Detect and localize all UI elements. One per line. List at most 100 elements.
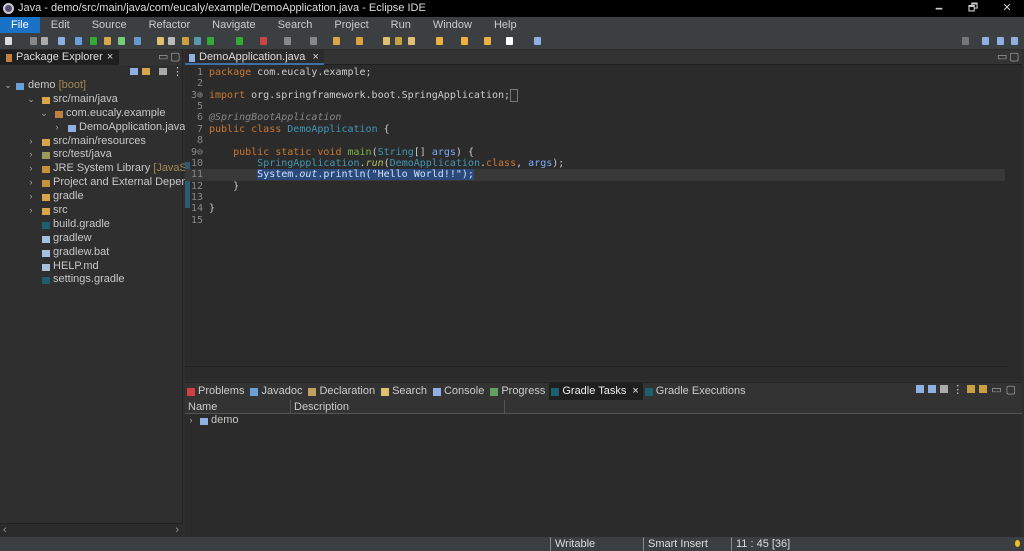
code-line[interactable]: 11 System.out.println("Hello World!!"); bbox=[185, 169, 1005, 181]
menu-help[interactable]: Help bbox=[483, 17, 528, 33]
tree-item[interactable]: gradlew bbox=[0, 232, 183, 246]
close-tab-icon[interactable]: × bbox=[312, 51, 318, 63]
view-menu-icon[interactable]: ⋮ bbox=[172, 65, 183, 78]
column-name[interactable]: Name bbox=[185, 400, 291, 414]
vertical-scrollbar[interactable] bbox=[1008, 65, 1022, 365]
toolbar-button-icon[interactable] bbox=[236, 37, 243, 45]
code-line[interactable]: 2 bbox=[185, 78, 1005, 89]
toolbar-button-icon[interactable] bbox=[383, 37, 390, 45]
code-editor[interactable]: DemoApplication.java × ▭ ▢ 1 package com.… bbox=[185, 50, 1022, 380]
toolbar-button-icon[interactable] bbox=[41, 37, 48, 45]
tree-item[interactable]: › gradle bbox=[0, 190, 183, 204]
tree-item[interactable]: ⌄ demo [boot] bbox=[0, 79, 183, 93]
toolbar-button-icon[interactable] bbox=[356, 37, 363, 45]
chevron-icon[interactable]: › bbox=[27, 190, 35, 204]
menu-navigate[interactable]: Navigate bbox=[201, 17, 266, 33]
refresh-icon[interactable] bbox=[916, 385, 925, 393]
toolbar-button-icon[interactable] bbox=[168, 37, 175, 45]
tab-package-explorer[interactable]: Package Explorer × bbox=[0, 50, 120, 65]
toolbar-button-icon[interactable] bbox=[75, 37, 82, 45]
toolbar-button-icon[interactable] bbox=[194, 37, 201, 45]
scroll-left-icon[interactable]: ‹ bbox=[3, 524, 7, 536]
menu-source[interactable]: Source bbox=[81, 17, 138, 33]
toolbar-button-icon[interactable] bbox=[30, 37, 37, 45]
tab-gradle-executions[interactable]: Gradle Executions bbox=[643, 383, 750, 400]
tab-declaration[interactable]: Declaration bbox=[306, 383, 379, 400]
menu-file[interactable]: File bbox=[0, 17, 40, 33]
toolbar-button-icon[interactable] bbox=[182, 37, 189, 45]
menu-run[interactable]: Run bbox=[380, 17, 422, 33]
code-line[interactable]: 9⊖ public static void main(String[] args… bbox=[185, 147, 1005, 158]
code-line[interactable]: 1 package com.eucaly.example; bbox=[185, 67, 1005, 78]
horizontal-scrollbar[interactable] bbox=[185, 366, 1008, 380]
collapse-all-icon[interactable] bbox=[130, 68, 138, 75]
menu-refactor[interactable]: Refactor bbox=[138, 17, 202, 33]
link-icon[interactable] bbox=[979, 385, 988, 393]
menu-project[interactable]: Project bbox=[323, 17, 379, 33]
menu-edit[interactable]: Edit bbox=[40, 17, 81, 33]
code-line[interactable]: 10 SpringApplication.run(DemoApplication… bbox=[185, 158, 1005, 169]
column-description[interactable]: Description bbox=[291, 400, 505, 414]
tab-problems[interactable]: Problems bbox=[185, 383, 248, 400]
maximize-view-icon[interactable]: ▢ bbox=[170, 50, 180, 63]
perspective-icon[interactable] bbox=[982, 37, 989, 45]
toolbar-button-icon[interactable] bbox=[90, 37, 97, 45]
code-line[interactable]: 8 bbox=[185, 135, 1005, 146]
tab-javadoc[interactable]: Javadoc bbox=[248, 383, 306, 400]
close-tab-icon[interactable]: × bbox=[632, 383, 638, 400]
tree-item[interactable]: HELP.md bbox=[0, 260, 183, 274]
minimize-view-icon[interactable]: ▭ bbox=[158, 50, 168, 63]
chevron-icon[interactable]: › bbox=[187, 414, 195, 428]
toolbar-button-icon[interactable] bbox=[260, 37, 267, 45]
code-line[interactable]: 6 @SpringBootApplication bbox=[185, 112, 1005, 123]
toolbar-button-icon[interactable] bbox=[333, 37, 340, 45]
toolbar-button-icon[interactable] bbox=[534, 37, 541, 45]
toolbar-button-icon[interactable] bbox=[134, 37, 141, 45]
chevron-icon[interactable]: ⌄ bbox=[27, 93, 35, 107]
chevron-icon[interactable]: › bbox=[53, 121, 61, 135]
toolbar-button-icon[interactable] bbox=[436, 37, 443, 45]
chevron-icon[interactable]: › bbox=[27, 204, 35, 218]
tree-item[interactable]: settings.gradle bbox=[0, 273, 183, 287]
tab-gradle-tasks[interactable]: Gradle Tasks × bbox=[549, 383, 643, 400]
toggle-icon[interactable] bbox=[967, 385, 976, 393]
view-menu-icon[interactable]: ⋮ bbox=[952, 385, 963, 396]
code-line[interactable]: 7 public class DemoApplication { bbox=[185, 124, 1005, 135]
close-button[interactable]: ✕ bbox=[990, 0, 1024, 17]
toolbar-button-icon[interactable] bbox=[310, 37, 317, 45]
chevron-icon[interactable]: ⌄ bbox=[40, 107, 48, 121]
toolbar-button-icon[interactable] bbox=[58, 37, 65, 45]
menu-window[interactable]: Window bbox=[422, 17, 483, 33]
toolbar-button-icon[interactable] bbox=[118, 37, 125, 45]
filter-icon[interactable] bbox=[159, 68, 167, 75]
maximize-editor-icon[interactable]: ▢ bbox=[1009, 50, 1019, 63]
toolbar-button-icon[interactable] bbox=[157, 37, 164, 45]
minimize-editor-icon[interactable]: ▭ bbox=[997, 50, 1007, 63]
minimize-view-icon[interactable]: ▭ bbox=[991, 385, 1001, 396]
restore-button[interactable]: 🗗 bbox=[956, 0, 990, 17]
toolbar-button-icon[interactable] bbox=[506, 37, 513, 45]
toolbar-button-icon[interactable] bbox=[395, 37, 402, 45]
tree-item[interactable]: › src/main/resources bbox=[0, 135, 183, 149]
code-line[interactable]: 14} bbox=[185, 203, 1005, 214]
code-line[interactable]: 5 bbox=[185, 101, 1005, 112]
lightbulb-icon[interactable] bbox=[1015, 540, 1020, 547]
debug-perspective-icon[interactable] bbox=[1011, 37, 1018, 45]
tree-item[interactable]: › DemoApplication.java bbox=[0, 121, 186, 135]
tree-item[interactable]: gradlew.bat bbox=[0, 246, 183, 260]
tree-item[interactable]: › src bbox=[0, 204, 183, 218]
toolbar-button-icon[interactable] bbox=[284, 37, 291, 45]
tree-item[interactable]: ⌄ com.eucaly.example bbox=[0, 107, 183, 121]
chevron-icon[interactable]: › bbox=[27, 135, 35, 149]
toolbar-button-icon[interactable] bbox=[104, 37, 111, 45]
code-line[interactable]: 15 bbox=[185, 215, 1005, 226]
code-area[interactable]: 1 package com.eucaly.example; 2 3⊕ import or… bbox=[185, 67, 1005, 226]
status-insert-mode[interactable]: Smart Insert bbox=[643, 537, 708, 551]
close-tab-icon[interactable]: × bbox=[107, 50, 113, 65]
chevron-icon[interactable]: › bbox=[27, 148, 35, 162]
minimize-button[interactable]: 🗕 bbox=[922, 0, 956, 17]
tree-item[interactable]: › src/test/java bbox=[0, 148, 183, 162]
tab-progress[interactable]: Progress bbox=[488, 383, 549, 400]
menu-search[interactable]: Search bbox=[267, 17, 324, 33]
maximize-view-icon[interactable]: ▢ bbox=[1006, 385, 1016, 396]
